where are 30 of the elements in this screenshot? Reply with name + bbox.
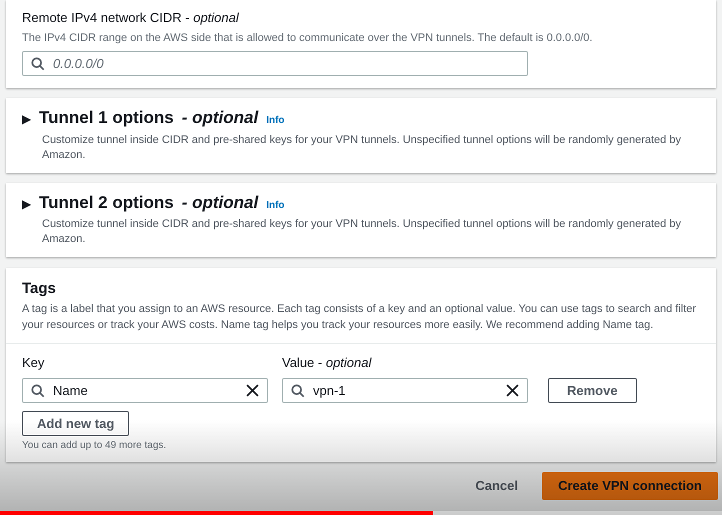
field-description: The IPv4 CIDR range on the AWS side that is allowed to communicate over the VPN tunnels. The default is 0.0.0.0/0. — [22, 30, 594, 46]
expand-toggle[interactable]: ▶ — [22, 194, 31, 212]
cancel-button[interactable]: Cancel — [475, 476, 518, 496]
info-link[interactable]: Info — [266, 113, 285, 128]
search-icon — [31, 57, 45, 71]
column-label: Value - optional — [282, 354, 372, 372]
optional-label: - optional — [182, 107, 258, 129]
section-title[interactable]: Tunnel 1 options — [39, 105, 174, 130]
close-icon[interactable] — [506, 384, 519, 397]
close-icon[interactable] — [246, 384, 259, 397]
section-title[interactable]: Tunnel 2 options — [39, 190, 174, 215]
key-input-field[interactable]: Name — [22, 378, 268, 403]
hint-text: You can add up to 49 more tags. — [22, 439, 168, 453]
column-label: Key — [22, 354, 46, 372]
create-button[interactable]: Create VPN connection — [542, 472, 718, 500]
section-description: A tag is a label that you assign to an AWS resource. Each tag consists of a key and an optional value. You can use tags to search and filter your resources or track your AWS costs. Name tag helps you track your resources more easily. We recommend adding Name tag. — [22, 302, 698, 332]
section-title: Tags — [22, 279, 57, 299]
search-icon — [291, 384, 305, 398]
search-icon — [31, 384, 45, 398]
cidr-input-field[interactable]: 0.0.0.0/0 — [22, 51, 528, 76]
video-progress-bar[interactable] — [0, 511, 722, 515]
value-input-field[interactable]: vpn-1 — [282, 378, 528, 403]
info-link[interactable]: Info — [266, 198, 285, 212]
expand-toggle[interactable]: ▶ — [22, 110, 31, 128]
optional-label: - optional — [182, 192, 258, 214]
field-label: Remote IPv4 network CIDR - optional — [22, 9, 240, 27]
add-tag-button[interactable]: Add new tag — [22, 411, 130, 436]
section-description: Customize tunnel inside CIDR and pre-shared keys for your VPN tunnels. Unspecified tunnel options will be randomly generated by Amazon. — [42, 217, 682, 247]
remove-button[interactable]: Remove — [548, 378, 637, 403]
section-description: Customize tunnel inside CIDR and pre-shared keys for your VPN tunnels. Unspecified tunnel options will be randomly generated by Amazon. — [42, 132, 682, 162]
